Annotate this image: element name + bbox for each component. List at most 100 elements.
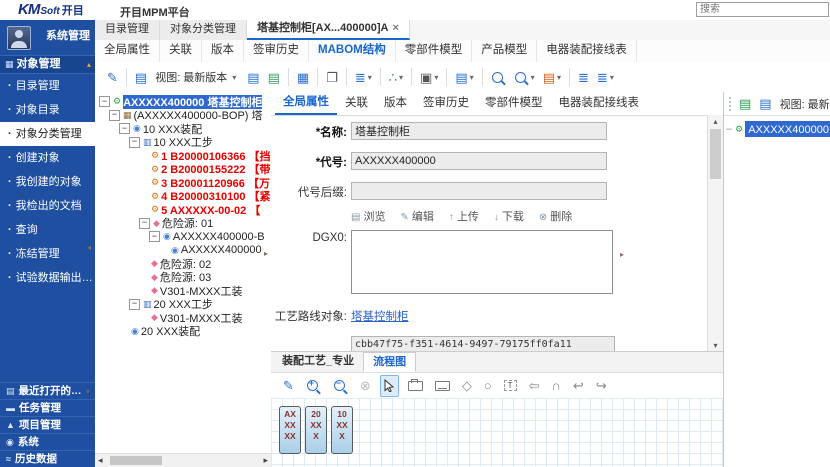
doc-flag-button[interactable]: ▤: [540, 67, 564, 87]
tree-splitter-icon[interactable]: [264, 249, 268, 258]
expander-icon[interactable]: [139, 259, 148, 268]
expander-icon[interactable]: [139, 151, 148, 160]
expander-icon[interactable]: [159, 246, 168, 255]
doc-import-button[interactable]: ▤: [265, 67, 283, 87]
expander-icon[interactable]: [139, 218, 150, 229]
expander-icon[interactable]: [109, 110, 120, 121]
flow-canvas[interactable]: AXXXXX20XXX10XXX: [271, 398, 723, 467]
view-selector[interactable]: 视图: 最新版本: [155, 69, 239, 85]
properties-tab[interactable]: 电器装配接线表: [551, 92, 648, 115]
properties-tab[interactable]: 版本: [376, 92, 415, 115]
doc-button[interactable]: ▤: [132, 67, 150, 87]
db-edit-button[interactable]: ≣: [594, 67, 617, 87]
tree-item[interactable]: ⚙3 B20001120966 【万: [95, 176, 271, 190]
expander-icon[interactable]: [139, 192, 148, 201]
code-suffix-field[interactable]: [351, 182, 607, 200]
package-button[interactable]: ▣: [417, 67, 441, 87]
doc-search2-button[interactable]: [511, 67, 538, 87]
tree-item[interactable]: ▥10 XXX工步: [95, 136, 271, 150]
doc-refresh-button[interactable]: ▤: [736, 94, 754, 114]
flow-tool-button[interactable]: ✎: [280, 376, 297, 396]
tree-item[interactable]: ⚙4 B20000310100 【紧: [95, 190, 271, 204]
sidebar-bottom-item[interactable]: ▲项目管理: [0, 416, 95, 433]
avatar[interactable]: [7, 26, 31, 50]
flow-tool-button[interactable]: [432, 376, 453, 396]
tree-item[interactable]: ◆危险源: 03: [95, 271, 271, 285]
sidebar-item[interactable]: 对象目录: [0, 98, 95, 122]
scroll-thumb[interactable]: [110, 456, 162, 465]
file-button[interactable]: ↑上传: [449, 211, 479, 223]
sidebar-item[interactable]: 创建对象: [0, 146, 95, 170]
flow-tool-button[interactable]: ⇦: [526, 376, 543, 396]
sidebar-bottom-item[interactable]: ▤最近打开的…: [0, 382, 95, 399]
right-view-selector[interactable]: 视图: 最新版本: [780, 96, 830, 112]
tree-item[interactable]: ◆危险源: 01: [95, 217, 271, 231]
expander-icon[interactable]: [139, 165, 148, 174]
tree-item[interactable]: ⚙AXXXXX400000 塔基控制柜: [95, 95, 271, 109]
expander-icon[interactable]: [129, 137, 140, 148]
sidebar-item[interactable]: 我检出的文档: [0, 194, 95, 218]
tree-item[interactable]: ◉20 XXX装配: [95, 325, 271, 339]
sidebar-collapse-icon[interactable]: [87, 243, 91, 252]
flow-tab[interactable]: 流程图: [363, 352, 416, 372]
tree-item[interactable]: ▦(AXXXXX400000-BOP) 塔: [95, 109, 271, 123]
doc-export-button[interactable]: ▤: [244, 67, 262, 87]
properties-tab[interactable]: 全局属性: [275, 92, 337, 115]
tree-item[interactable]: ⚙5 AXXXXX-00-02 【: [95, 203, 271, 217]
expander-icon[interactable]: [139, 178, 148, 187]
db-search-button[interactable]: ≣: [575, 67, 592, 87]
expander-icon[interactable]: [99, 96, 110, 107]
tree-item[interactable]: ◆V301-MXXX工装: [95, 311, 271, 325]
name-field[interactable]: [351, 122, 607, 140]
network-button[interactable]: ∴: [386, 67, 406, 87]
file-button[interactable]: ✎编辑: [400, 211, 433, 223]
flow-tool-button[interactable]: ↩: [570, 376, 587, 396]
expander-icon[interactable]: [119, 327, 128, 336]
expander-icon[interactable]: [129, 299, 140, 310]
object-subtab[interactable]: 产品模型: [472, 40, 537, 62]
windows-button[interactable]: ❐: [323, 67, 341, 87]
sidebar-item[interactable]: 目录管理: [0, 74, 95, 98]
sidebar-item[interactable]: 冻结管理: [0, 242, 95, 266]
sidebar-bottom-item[interactable]: ▬任务管理: [0, 399, 95, 416]
scroll-down-icon[interactable]: [708, 341, 723, 350]
expander-icon[interactable]: [139, 313, 148, 322]
flow-block[interactable]: AXXXXX: [279, 406, 301, 454]
properties-tab[interactable]: 签审历史: [415, 92, 477, 115]
file-button[interactable]: ▤浏览: [351, 211, 385, 223]
expander-icon[interactable]: [139, 273, 148, 282]
flow-tool-button[interactable]: ○: [481, 376, 495, 396]
properties-tab[interactable]: 关联: [337, 92, 376, 115]
sidebar-bottom-item[interactable]: ≈历史数据: [0, 450, 95, 467]
file-button[interactable]: ⊗删除: [539, 211, 572, 223]
tree-item[interactable]: ◉AXXXXX400000: [95, 244, 271, 258]
sidebar-section-object-management[interactable]: ▦对象管理 ▴: [0, 55, 95, 74]
tree-item[interactable]: ◆V301-MXXX工装: [95, 284, 271, 298]
doc-search-button[interactable]: [488, 67, 509, 87]
tree-item[interactable]: ▥20 XXX工步: [95, 298, 271, 312]
object-subtab[interactable]: 关联: [160, 40, 202, 62]
search-input[interactable]: [696, 2, 829, 17]
file-button[interactable]: ↓下载: [494, 211, 524, 223]
drag-handle[interactable]: [729, 97, 731, 111]
tree-item[interactable]: ◉AXXXXX400000-B: [95, 230, 271, 244]
flow-tool-button[interactable]: ↪: [593, 376, 610, 396]
sidebar-bottom-item[interactable]: ◉系统: [0, 433, 95, 450]
tree-item[interactable]: ⚙1 B20000106366 【挡: [95, 149, 271, 163]
object-subtab[interactable]: 全局属性: [95, 40, 160, 62]
object-subtab[interactable]: 电器装配接线表: [537, 40, 637, 62]
sidebar-item[interactable]: 对象分类管理: [0, 122, 95, 146]
dgx0-field[interactable]: [351, 230, 613, 294]
flow-tool-button[interactable]: ∩: [548, 376, 563, 396]
object-subtab[interactable]: 零部件模型: [396, 40, 473, 62]
center-splitter-icon[interactable]: [620, 250, 624, 259]
document-tab[interactable]: 塔基控制柜[AX...400000]A: [247, 20, 410, 40]
expander-icon[interactable]: [149, 231, 160, 242]
flow-tool-button[interactable]: [380, 375, 399, 397]
sidebar-item[interactable]: 我创建的对象: [0, 170, 95, 194]
expander-icon[interactable]: [139, 205, 148, 214]
sidebar-item[interactable]: 查询: [0, 218, 95, 242]
tree-item[interactable]: ◆危险源: 02: [95, 257, 271, 271]
close-icon[interactable]: [392, 22, 398, 34]
tree-hscrollbar[interactable]: [95, 453, 271, 467]
